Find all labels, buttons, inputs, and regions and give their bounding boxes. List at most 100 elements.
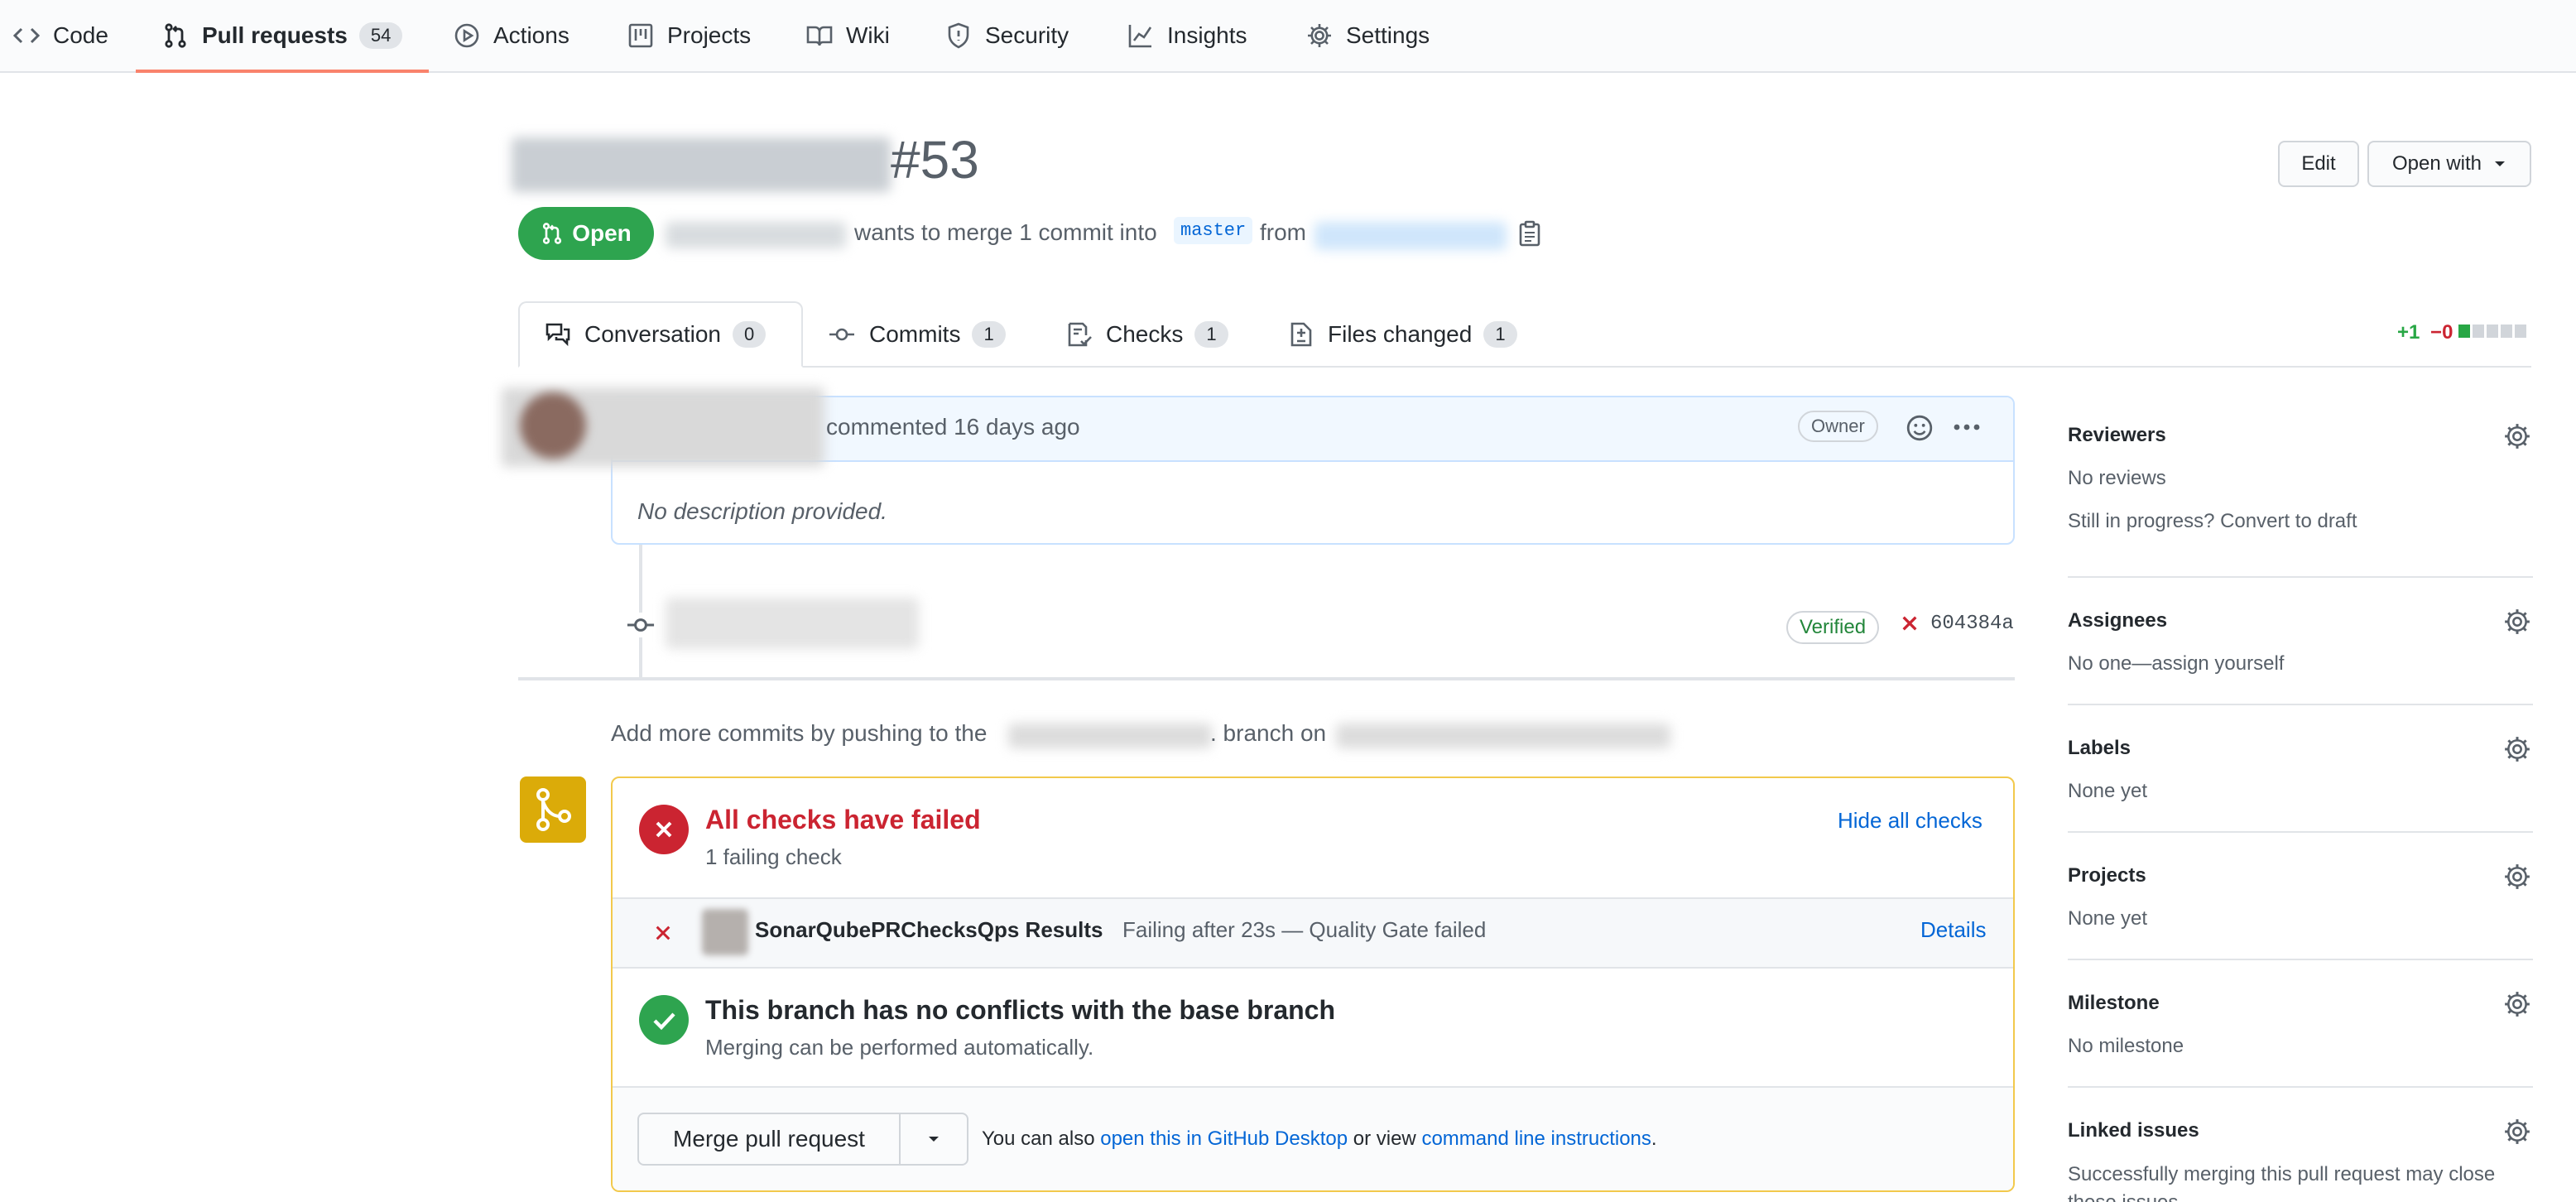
- nav-security[interactable]: Security: [945, 0, 1069, 71]
- nav-actions-label: Actions: [493, 22, 570, 48]
- timeline-line: [639, 545, 642, 679]
- checks-subtitle: 1 failing check: [705, 844, 842, 869]
- verified-badge[interactable]: Verified: [1786, 611, 1880, 644]
- smiley-icon[interactable]: [1906, 414, 1934, 442]
- pr-number: #53: [891, 130, 979, 190]
- project-icon: [627, 22, 667, 49]
- nav-pull-requests[interactable]: Pull requests 54: [162, 0, 403, 71]
- assignees-heading[interactable]: Assignees: [2068, 609, 2167, 632]
- also-text: You can also: [982, 1127, 1095, 1150]
- nav-settings[interactable]: Settings: [1306, 0, 1430, 71]
- milestone-heading[interactable]: Milestone: [2068, 992, 2160, 1015]
- nav-wiki[interactable]: Wiki: [806, 0, 890, 71]
- nav-security-label: Security: [985, 22, 1069, 48]
- caret-down-icon: [926, 1135, 941, 1143]
- merge-method-dropdown[interactable]: [899, 1113, 968, 1166]
- check-details-link[interactable]: Details: [1920, 917, 1986, 943]
- git-commit-icon: [828, 321, 869, 348]
- tab-checks[interactable]: Checks 1: [1066, 301, 1228, 368]
- book-icon: [806, 22, 846, 49]
- reviewers-value: No reviews: [2068, 467, 2166, 489]
- reviewers-gear-icon[interactable]: [2503, 422, 2531, 450]
- sidebar-divider: [2068, 831, 2533, 833]
- git-commit-icon: [626, 613, 656, 637]
- author-redacted: [666, 222, 846, 248]
- tab-commits-label: Commits: [869, 321, 961, 347]
- linked-issues-gear-icon[interactable]: [2503, 1118, 2531, 1146]
- merge-status-subtitle: Merging can be performed automatically.: [705, 1035, 1094, 1060]
- nav-code[interactable]: Code: [13, 0, 108, 71]
- convert-to-draft-hint[interactable]: Still in progress? Convert to draft: [2068, 510, 2357, 533]
- open-with-button[interactable]: Open with: [2367, 141, 2531, 187]
- base-branch[interactable]: master: [1174, 217, 1253, 244]
- labels-value: None yet: [2068, 780, 2148, 802]
- merge-description: wants to merge 1 commit into: [854, 219, 1157, 245]
- checklist-icon: [1066, 321, 1106, 348]
- merge-footer: Merge pull request You can also open thi…: [613, 1086, 2013, 1190]
- commit-message-redacted[interactable]: [666, 598, 919, 649]
- tab-checks-label: Checks: [1106, 321, 1184, 347]
- check-name: SonarQubePRChecksQps Results: [755, 917, 1103, 942]
- projects-gear-icon[interactable]: [2503, 863, 2531, 891]
- kebab-horizontal-icon[interactable]: [1952, 417, 1982, 437]
- push-branch-redacted: [1008, 724, 1212, 748]
- clipboard-icon[interactable]: [1518, 220, 1541, 247]
- check-row: SonarQubePRChecksQps Results Failing aft…: [613, 897, 2013, 969]
- check-circle-icon: [639, 995, 689, 1045]
- hide-all-checks-link[interactable]: Hide all checks: [1838, 808, 1982, 834]
- head-branch-redacted[interactable]: [1314, 222, 1507, 250]
- nav-pull-requests-label: Pull requests: [202, 22, 348, 48]
- comment-meta: commented 16 days ago: [826, 414, 1080, 440]
- command-line-link[interactable]: command line instructions: [1421, 1127, 1651, 1150]
- projects-heading[interactable]: Projects: [2068, 864, 2146, 887]
- nav-projects[interactable]: Projects: [627, 0, 751, 71]
- labels-heading[interactable]: Labels: [2068, 737, 2131, 760]
- nav-actions[interactable]: Actions: [454, 0, 570, 71]
- owner-badge: Owner: [1798, 411, 1878, 442]
- checks-title: All checks have failed: [705, 805, 981, 834]
- tab-checks-count: 1: [1194, 321, 1228, 348]
- active-tab-underline: [136, 70, 429, 73]
- sidebar-divider: [2068, 704, 2533, 705]
- tab-files-changed[interactable]: Files changed 1: [1288, 301, 1517, 368]
- linked-issues-heading[interactable]: Linked issues: [2068, 1119, 2199, 1142]
- open-with-label: Open with: [2391, 152, 2482, 175]
- sidebar-divider: [2068, 1086, 2533, 1088]
- tab-files-changed-label: Files changed: [1328, 321, 1473, 347]
- tab-commits[interactable]: Commits 1: [828, 301, 1006, 368]
- gear-icon: [1306, 22, 1346, 49]
- commit-sha[interactable]: 604384a: [1930, 613, 2014, 635]
- x-icon[interactable]: [1901, 614, 1919, 632]
- tab-commits-count: 1: [972, 321, 1006, 348]
- x-icon: [654, 924, 672, 942]
- check-app-avatar: [702, 909, 748, 955]
- edit-button[interactable]: Edit: [2278, 141, 2359, 187]
- tab-conversation[interactable]: Conversation 0: [518, 301, 803, 368]
- nav-insights[interactable]: Insights: [1127, 0, 1247, 71]
- assignees-gear-icon[interactable]: [2503, 608, 2531, 636]
- push-repo-redacted: [1336, 724, 1670, 748]
- avatar[interactable]: [520, 392, 586, 459]
- caret-down-icon: [2493, 160, 2506, 168]
- or-view-text: or view: [1353, 1127, 1416, 1150]
- diffstat: +1 −0: [2397, 321, 2453, 344]
- sidebar-divider: [2068, 959, 2533, 960]
- diffstat-blocks: [2458, 325, 2526, 338]
- play-icon: [454, 22, 493, 49]
- assignees-value[interactable]: No one—assign yourself: [2068, 652, 2284, 676]
- nav-code-label: Code: [53, 22, 108, 48]
- pr-title-redacted: [512, 137, 891, 192]
- repo-nav: Code Pull requests 54 Actions Projects W…: [0, 0, 2576, 73]
- milestone-value: No milestone: [2068, 1035, 2184, 1057]
- x-circle-icon: [639, 805, 689, 854]
- diffstat-deletions: −0: [2430, 321, 2453, 344]
- sidebar-divider: [2068, 576, 2533, 578]
- merge-pull-request-button[interactable]: Merge pull request: [637, 1113, 901, 1166]
- git-pull-request-icon: [541, 222, 564, 245]
- pull-requests-count: 54: [358, 22, 403, 49]
- projects-value: None yet: [2068, 907, 2148, 930]
- labels-gear-icon[interactable]: [2503, 735, 2531, 763]
- open-desktop-link[interactable]: open this in GitHub Desktop: [1100, 1127, 1348, 1150]
- reviewers-heading[interactable]: Reviewers: [2068, 424, 2166, 447]
- milestone-gear-icon[interactable]: [2503, 990, 2531, 1018]
